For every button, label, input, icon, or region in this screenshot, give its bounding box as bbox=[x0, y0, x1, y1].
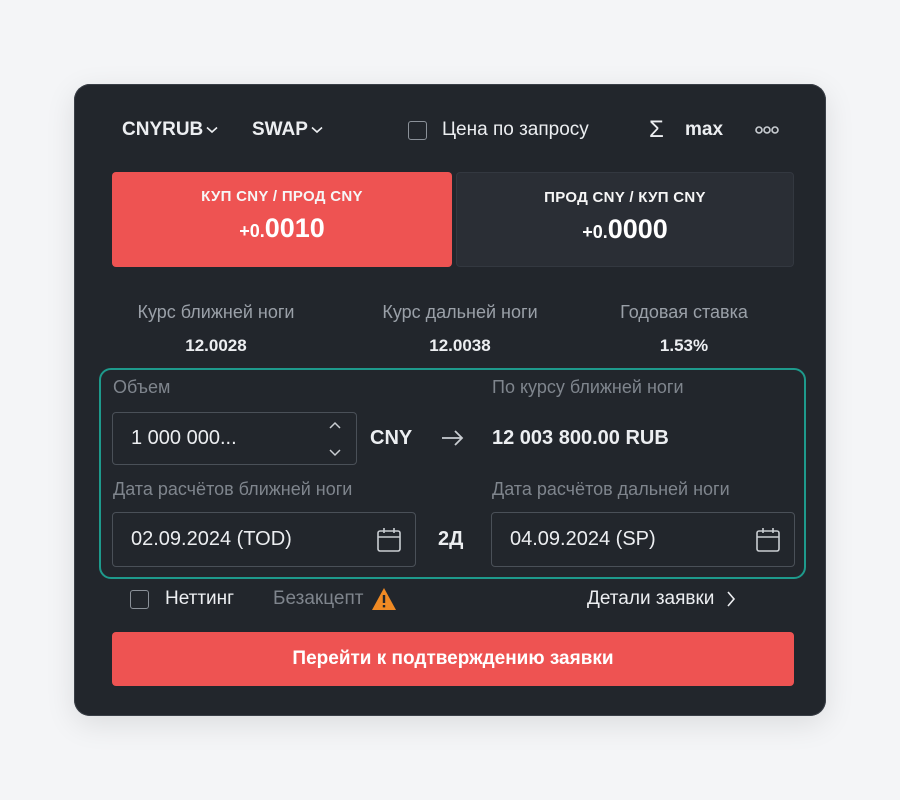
far-date-value: 04.09.2024 (SP) bbox=[510, 528, 656, 550]
annual-rate-value: 1.53% bbox=[659, 336, 709, 355]
calendar-icon[interactable] bbox=[376, 527, 402, 553]
max-button[interactable]: max bbox=[685, 118, 723, 142]
sigma-icon[interactable]: Σ bbox=[649, 117, 664, 143]
sell-price-prefix: +0. bbox=[582, 222, 608, 242]
near-date-value: 02.09.2024 (TOD) bbox=[131, 528, 292, 550]
annual-rate-label: Годовая ставка bbox=[620, 302, 748, 322]
volume-label: Объем bbox=[113, 377, 171, 397]
near-leg-rate-label: Курс ближней ноги bbox=[137, 302, 295, 322]
pair-selector[interactable]: CNYRUB bbox=[122, 118, 218, 142]
netting-label: Неттинг bbox=[165, 588, 235, 609]
chevron-down-icon bbox=[206, 126, 218, 134]
volume-value: 1 000 000... bbox=[131, 427, 237, 449]
buy-side-button[interactable]: КУП CNY / ПРОД CNY +0.0010 bbox=[112, 172, 452, 267]
annual-rate: Годовая ставка 1.53% bbox=[574, 302, 794, 356]
checkbox-box[interactable] bbox=[408, 120, 427, 140]
sell-side-price: +0.0000 bbox=[457, 214, 793, 245]
no-accept-label: Безакцепт bbox=[273, 588, 364, 609]
chevron-down-icon bbox=[311, 126, 323, 134]
tenor-label: 2Д bbox=[438, 528, 464, 550]
confirm-order-button[interactable]: Перейти к подтверждению заявки bbox=[112, 632, 794, 686]
near-date-label: Дата расчётов ближней ноги bbox=[113, 479, 353, 499]
sell-price-main: 0000 bbox=[607, 214, 668, 244]
pair-label: CNYRUB bbox=[122, 119, 204, 140]
near-leg-rate-value: 12.0028 bbox=[185, 336, 247, 355]
far-date-input[interactable]: 04.09.2024 (SP) bbox=[491, 512, 795, 567]
result-label: По курсу ближней ноги bbox=[492, 377, 684, 397]
buy-price-prefix: +0. bbox=[239, 221, 265, 241]
sell-side-label: ПРОД CNY / КУП CNY bbox=[544, 189, 706, 206]
buy-side-label: КУП CNY / ПРОД CNY bbox=[201, 188, 363, 205]
buy-price-main: 0010 bbox=[264, 213, 325, 243]
arrow-right-icon bbox=[442, 430, 464, 446]
near-date-input[interactable]: 02.09.2024 (TOD) bbox=[112, 512, 416, 567]
result-value: 12 003 800.00 RUB bbox=[492, 427, 669, 449]
type-label: SWAP bbox=[252, 119, 308, 140]
type-selector[interactable]: SWAP bbox=[252, 118, 323, 142]
stepper-icon[interactable] bbox=[328, 421, 342, 457]
order-details-link[interactable]: Детали заявки bbox=[587, 587, 736, 611]
rfq-label: Цена по запросу bbox=[442, 119, 589, 140]
swap-order-panel: CNYRUB SWAP Цена по запросу Σ max КУП CN… bbox=[74, 84, 826, 716]
warning-icon bbox=[372, 588, 397, 610]
rfq-checkbox[interactable]: Цена по запросу bbox=[408, 118, 589, 142]
calendar-icon[interactable] bbox=[755, 527, 781, 553]
more-options-icon[interactable] bbox=[754, 122, 782, 138]
order-details-label: Детали заявки bbox=[587, 588, 715, 609]
far-leg-rate: Курс дальней ноги 12.0038 bbox=[350, 302, 570, 356]
buy-side-price: +0.0010 bbox=[112, 213, 452, 244]
no-accept-option: Безакцепт bbox=[273, 587, 397, 611]
volume-currency: CNY bbox=[370, 427, 413, 449]
netting-checkbox[interactable]: Неттинг bbox=[130, 587, 234, 611]
chevron-right-icon bbox=[727, 591, 736, 607]
near-leg-rate: Курс ближней ноги 12.0028 bbox=[106, 302, 326, 356]
far-leg-rate-label: Курс дальней ноги bbox=[382, 302, 538, 322]
volume-input[interactable]: 1 000 000... bbox=[112, 412, 357, 465]
far-leg-rate-value: 12.0038 bbox=[429, 336, 491, 355]
checkbox-box[interactable] bbox=[130, 589, 149, 609]
far-date-label: Дата расчётов дальней ноги bbox=[492, 479, 730, 499]
sell-side-button[interactable]: ПРОД CNY / КУП CNY +0.0000 bbox=[456, 172, 794, 267]
